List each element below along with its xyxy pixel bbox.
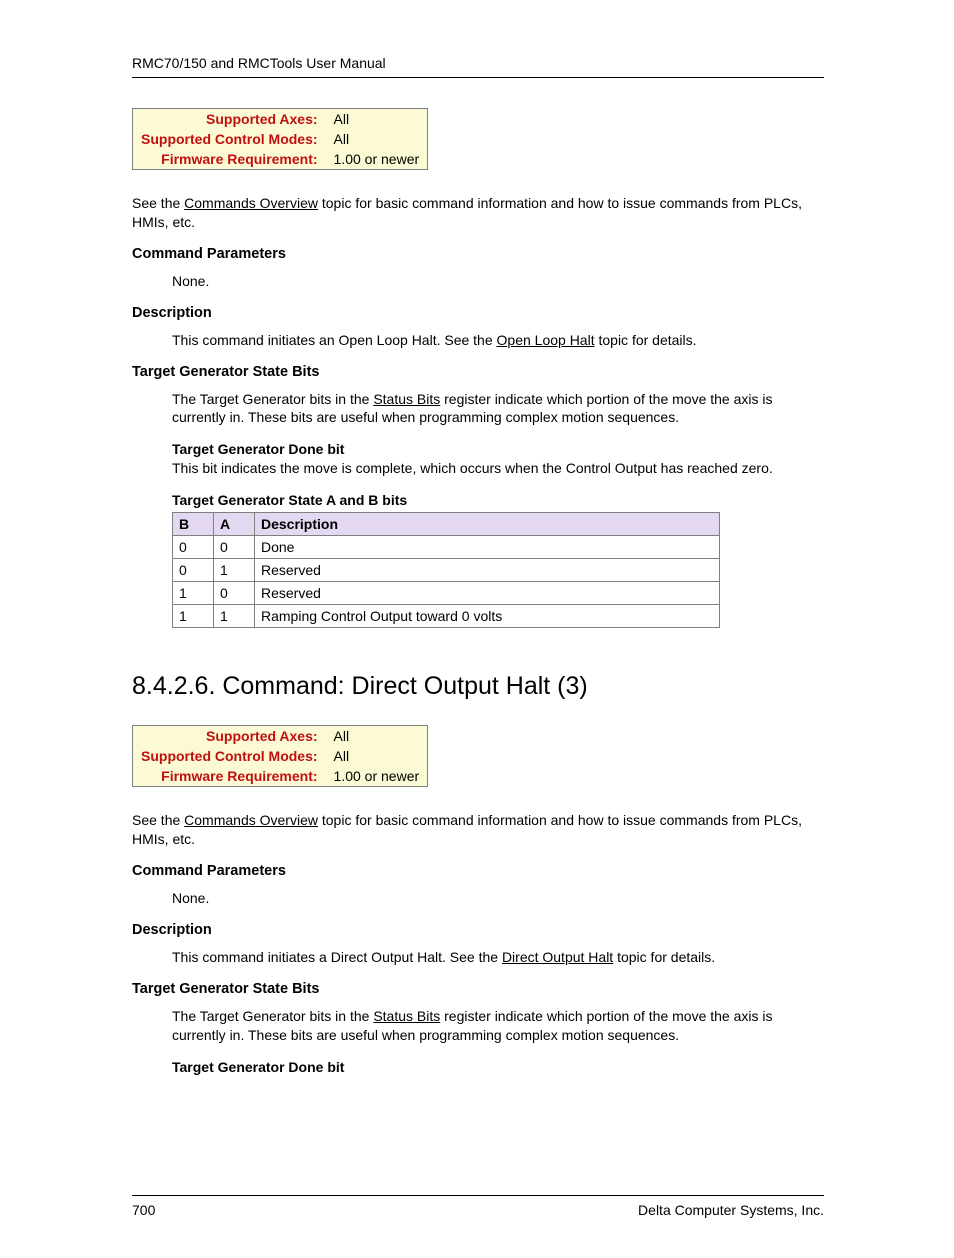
page-header: RMC70/150 and RMCTools User Manual [132, 55, 824, 78]
col-b: B [173, 513, 214, 536]
status-bits-link[interactable]: Status Bits [373, 391, 440, 407]
state-bits-table: B A Description 0 0 Done 0 1 Reserved 1 … [172, 512, 720, 628]
cell-d: Reserved [255, 559, 720, 582]
info-value: All [326, 129, 428, 149]
info-value: All [326, 746, 428, 766]
info-label: Supported Control Modes: [133, 746, 326, 766]
tg-done-heading: Target Generator Done bit [172, 441, 824, 457]
description-body: This command initiates an Open Loop Halt… [172, 331, 824, 350]
cell-d: Ramping Control Output toward 0 volts [255, 605, 720, 628]
cell-a: 1 [214, 559, 255, 582]
text: The Target Generator bits in the [172, 391, 373, 407]
tgsb-heading: Target Generator State Bits [132, 981, 824, 997]
tg-ab-heading: Target Generator State A and B bits [172, 492, 824, 508]
cell-d: Reserved [255, 582, 720, 605]
table-row: 0 0 Done [173, 536, 720, 559]
commands-overview-link[interactable]: Commands Overview [184, 812, 318, 828]
info-label: Firmware Requirement: [133, 149, 326, 169]
open-loop-halt-link[interactable]: Open Loop Halt [497, 332, 595, 348]
page-footer: 700 Delta Computer Systems, Inc. [132, 1195, 824, 1218]
text: topic for details. [595, 332, 697, 348]
header-title: RMC70/150 and RMCTools User Manual [132, 55, 386, 71]
col-a: A [214, 513, 255, 536]
page-number: 700 [132, 1202, 155, 1218]
cell-a: 1 [214, 605, 255, 628]
cell-b: 1 [173, 605, 214, 628]
info-label: Supported Control Modes: [133, 129, 326, 149]
info-box-2: Supported Axes: All Supported Control Mo… [132, 725, 428, 787]
see-paragraph-2: See the Commands Overview topic for basi… [132, 811, 824, 849]
cell-a: 0 [214, 582, 255, 605]
cell-b: 0 [173, 559, 214, 582]
text: The Target Generator bits in the [172, 1008, 373, 1024]
text: topic for details. [613, 949, 715, 965]
table-row: 1 0 Reserved [173, 582, 720, 605]
command-parameters-body: None. [172, 272, 824, 291]
cell-a: 0 [214, 536, 255, 559]
info-value: All [326, 109, 428, 129]
see-paragraph-1: See the Commands Overview topic for basi… [132, 194, 824, 232]
info-value: All [326, 726, 428, 746]
company-name: Delta Computer Systems, Inc. [638, 1202, 824, 1218]
table-row: 1 1 Ramping Control Output toward 0 volt… [173, 605, 720, 628]
status-bits-link[interactable]: Status Bits [373, 1008, 440, 1024]
command-parameters-body: None. [172, 889, 824, 908]
cell-b: 1 [173, 582, 214, 605]
tg-done-heading: Target Generator Done bit [172, 1059, 824, 1075]
info-label: Supported Axes: [133, 726, 326, 746]
description-heading: Description [132, 305, 824, 321]
commands-overview-link[interactable]: Commands Overview [184, 195, 318, 211]
tg-done-body: This bit indicates the move is complete,… [172, 459, 824, 478]
text: This command initiates an Open Loop Halt… [172, 332, 497, 348]
direct-output-halt-link[interactable]: Direct Output Halt [502, 949, 613, 965]
table-row: 0 1 Reserved [173, 559, 720, 582]
command-parameters-heading: Command Parameters [132, 246, 824, 262]
text: See the [132, 195, 184, 211]
text: See the [132, 812, 184, 828]
tgsb-body: The Target Generator bits in the Status … [172, 390, 824, 428]
col-description: Description [255, 513, 720, 536]
info-value: 1.00 or newer [326, 766, 428, 786]
tgsb-heading: Target Generator State Bits [132, 364, 824, 380]
command-parameters-heading: Command Parameters [132, 863, 824, 879]
description-body: This command initiates a Direct Output H… [172, 948, 824, 967]
cell-b: 0 [173, 536, 214, 559]
info-label: Firmware Requirement: [133, 766, 326, 786]
cell-d: Done [255, 536, 720, 559]
tgsb-body: The Target Generator bits in the Status … [172, 1007, 824, 1045]
info-label: Supported Axes: [133, 109, 326, 129]
info-box-1: Supported Axes: All Supported Control Mo… [132, 108, 428, 170]
description-heading: Description [132, 922, 824, 938]
info-value: 1.00 or newer [326, 149, 428, 169]
section-title: 8.4.2.6. Command: Direct Output Halt (3) [132, 672, 824, 701]
text: This command initiates a Direct Output H… [172, 949, 502, 965]
